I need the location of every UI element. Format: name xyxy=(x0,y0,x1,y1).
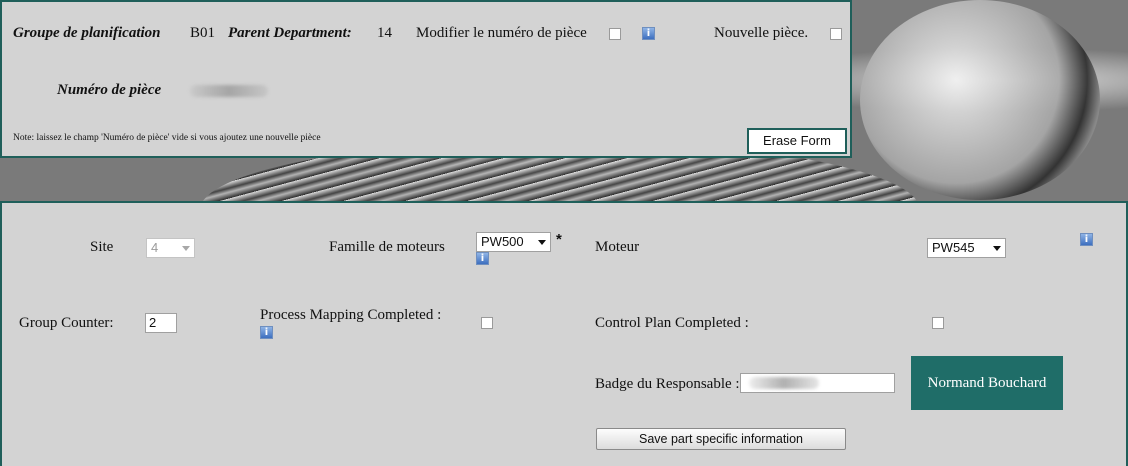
info-icon[interactable]: i xyxy=(642,27,655,40)
responsible-name-box: Normand Bouchard xyxy=(911,356,1063,410)
info-icon[interactable]: i xyxy=(1080,233,1093,246)
engine-label: Moteur xyxy=(595,239,640,255)
engine-select[interactable]: PW545 xyxy=(927,238,1006,258)
erase-form-button[interactable]: Erase Form xyxy=(747,128,847,154)
planning-group-value: B01 xyxy=(190,25,216,41)
planning-group-label: Groupe de planification xyxy=(13,25,161,41)
part-number-label: Numéro de pièce xyxy=(57,82,162,98)
engine-family-select[interactable]: PW500 xyxy=(476,232,551,252)
chevron-down-icon xyxy=(538,240,546,245)
control-plan-label: Control Plan Completed : xyxy=(595,315,749,331)
parent-department-label: Parent Department: xyxy=(228,25,352,41)
group-counter-input[interactable]: 2 xyxy=(145,313,177,333)
part-selection-panel: Groupe de planification B01 Parent Depar… xyxy=(0,0,852,158)
engine-family-label: Famille de moteurs xyxy=(329,239,445,255)
note-text: Note: laissez le champ 'Numéro de pièce'… xyxy=(13,133,321,143)
site-label: Site xyxy=(90,239,114,255)
modify-part-number-label: Modifier le numéro de pièce xyxy=(416,25,587,41)
badge-input[interactable] xyxy=(740,373,895,393)
badge-label: Badge du Responsable : xyxy=(595,376,740,392)
new-part-label: Nouvelle pièce. xyxy=(714,25,809,41)
site-select: 4 xyxy=(146,238,195,258)
site-value: 4 xyxy=(151,240,159,255)
modify-part-number-checkbox[interactable] xyxy=(609,28,621,40)
part-number-redacted xyxy=(190,85,268,97)
control-plan-checkbox[interactable] xyxy=(932,317,944,329)
process-mapping-checkbox[interactable] xyxy=(481,317,493,329)
chevron-down-icon xyxy=(182,246,190,251)
emblem-graphic xyxy=(860,0,1100,200)
required-indicator: * xyxy=(556,231,562,248)
new-part-checkbox[interactable] xyxy=(830,28,842,40)
process-mapping-label: Process Mapping Completed : xyxy=(260,307,442,323)
engine-family-value: PW500 xyxy=(481,234,524,249)
info-icon[interactable]: i xyxy=(476,252,489,265)
engine-value: PW545 xyxy=(932,240,975,255)
badge-redacted xyxy=(749,377,819,389)
parent-department-value: 14 xyxy=(377,25,392,41)
info-icon[interactable]: i xyxy=(260,326,273,339)
group-counter-label: Group Counter: xyxy=(19,315,114,331)
save-part-info-button[interactable]: Save part specific information xyxy=(596,428,846,450)
chevron-down-icon xyxy=(993,246,1001,251)
